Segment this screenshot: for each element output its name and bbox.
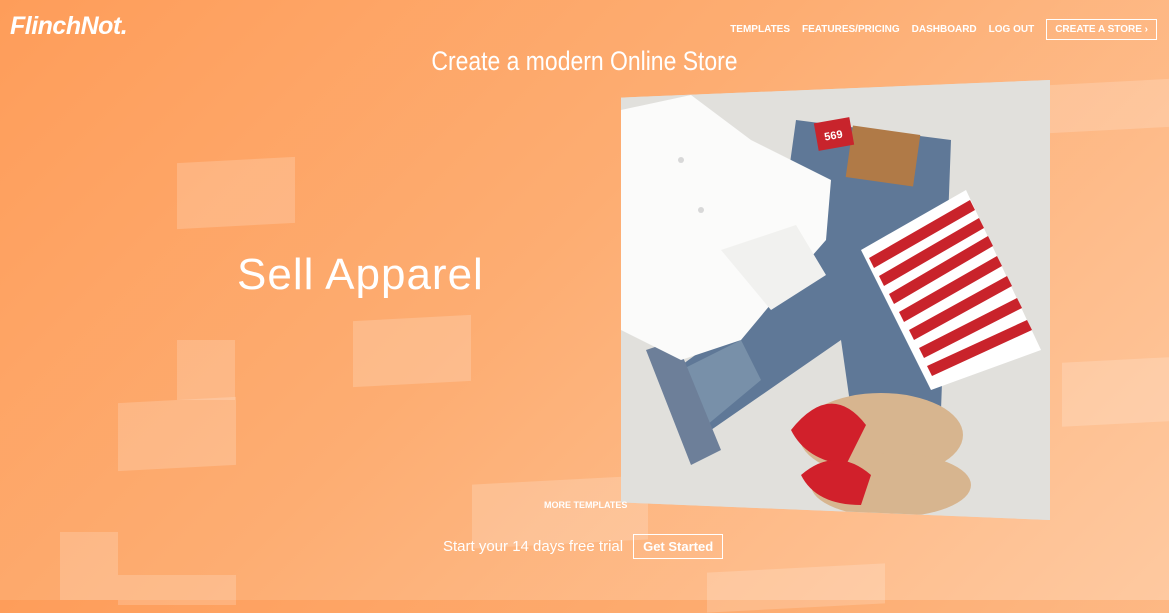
bg-shape: [353, 314, 471, 388]
bg-shape: [1062, 357, 1169, 427]
hero-title: Sell Apparel: [237, 250, 484, 299]
get-started-button[interactable]: Get Started: [633, 534, 724, 559]
page-headline: Create a modern Online Store: [431, 46, 738, 76]
brand-logo[interactable]: FlinchNot.: [10, 12, 128, 41]
nav-log-out[interactable]: LOG OUT: [989, 24, 1035, 35]
bg-shape: [1050, 78, 1169, 134]
more-templates-link[interactable]: MORE TEMPLATES: [544, 500, 627, 510]
nav-dashboard[interactable]: DASHBOARD: [912, 24, 977, 35]
bg-shape: [177, 340, 235, 400]
bg-shape: [707, 563, 885, 613]
bg-shape: [118, 575, 236, 605]
trial-text: Start your 14 days free trial: [443, 538, 624, 555]
bg-shape: [177, 156, 295, 230]
trial-cta-row: Start your 14 days free trial Get Starte…: [443, 534, 724, 559]
nav-features-pricing[interactable]: FEATURES/PRICING: [802, 24, 900, 35]
create-store-button[interactable]: CREATE A STORE ›: [1046, 19, 1157, 40]
nav-templates[interactable]: TEMPLATES: [730, 24, 790, 35]
jeans-brand-patch: [845, 125, 921, 187]
top-nav: TEMPLATES FEATURES/PRICING DASHBOARD LOG…: [718, 19, 1157, 40]
apparel-flatlay-photo: 569: [621, 80, 1050, 520]
bg-shape: [118, 396, 236, 472]
bg-shape: [60, 532, 118, 600]
apparel-illustration: 569: [621, 80, 1050, 520]
